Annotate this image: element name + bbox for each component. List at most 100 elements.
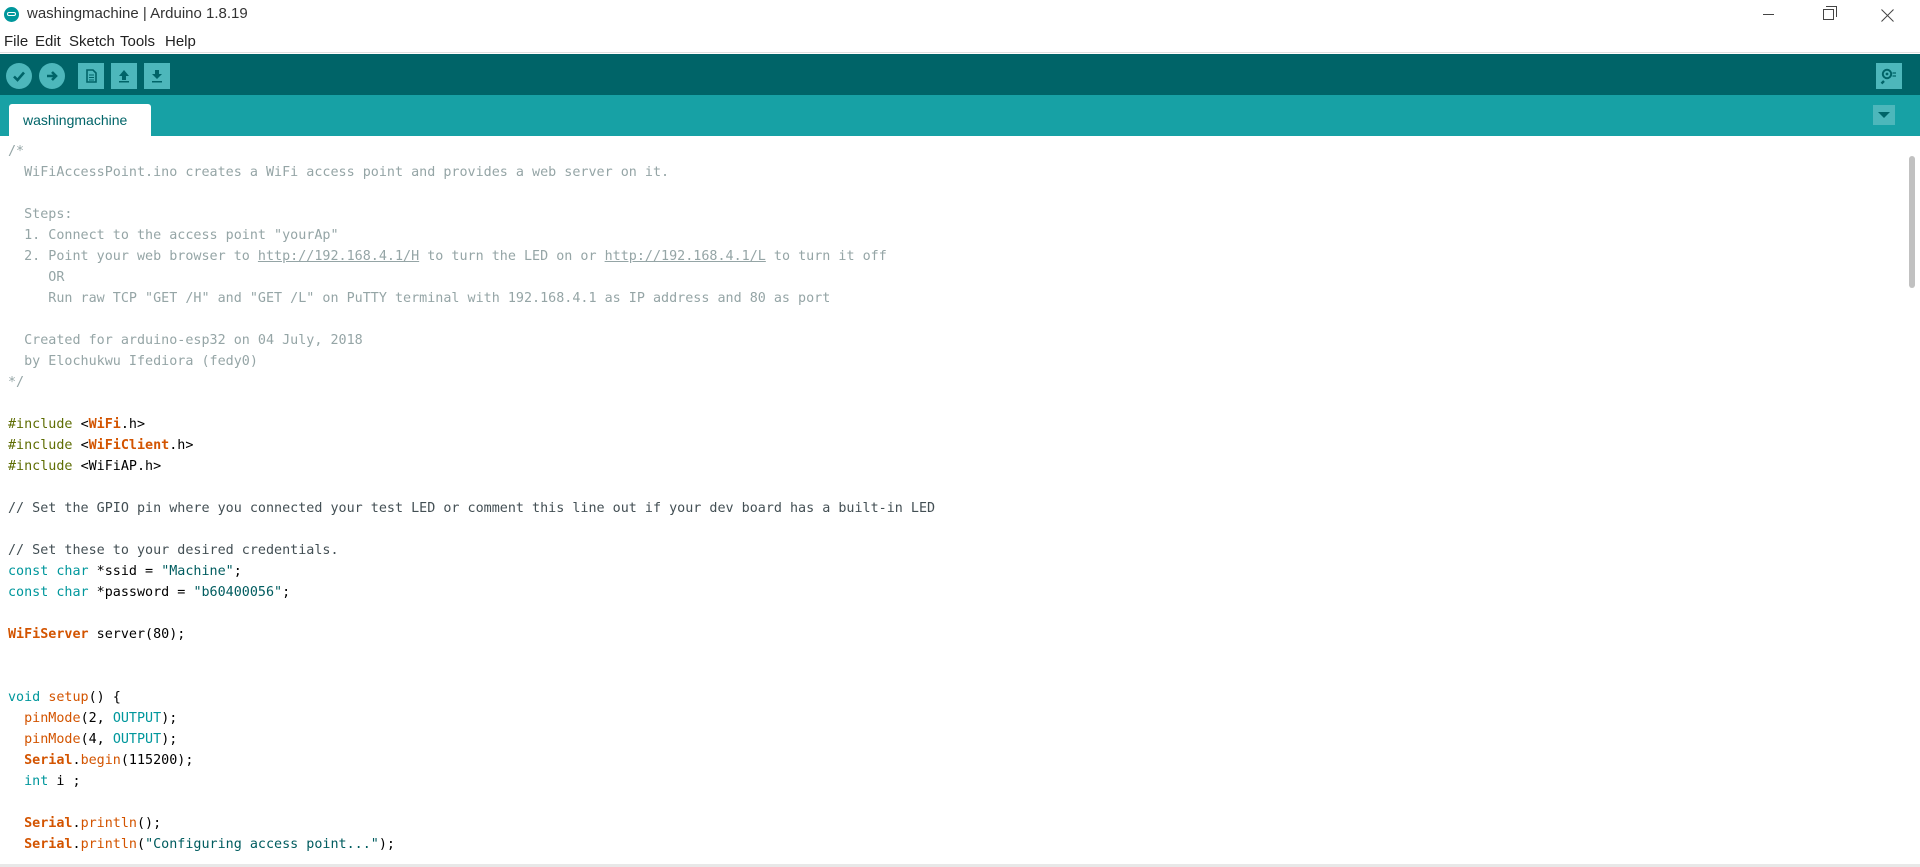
code-token: < xyxy=(80,417,89,432)
verify-button[interactable] xyxy=(6,63,32,89)
code-line: int i ; xyxy=(8,771,935,792)
restore-button[interactable] xyxy=(1805,0,1851,29)
menu-tools[interactable]: Tools xyxy=(120,33,155,50)
save-icon xyxy=(152,70,162,83)
code-line: Created for arduino-esp32 on 04 July, 20… xyxy=(8,330,935,351)
code-token: 2. Point your web browser to xyxy=(8,249,258,264)
chevron-down-icon xyxy=(1878,112,1890,118)
verify-icon xyxy=(13,71,25,82)
code-token: *ssid = xyxy=(88,564,162,579)
code-line: const char *password = "b60400056"; xyxy=(8,582,935,603)
save-button[interactable] xyxy=(144,63,170,89)
code-line: Steps: xyxy=(8,204,935,225)
serial-monitor-icon xyxy=(1880,68,1896,85)
serial-monitor-button[interactable] xyxy=(1876,63,1902,89)
code-token: "Machine" xyxy=(161,564,234,579)
code-token: WiFiServer xyxy=(8,627,89,642)
code-line: // Set these to your desired credentials… xyxy=(8,540,935,561)
code-line: #include <WiFiClient.h> xyxy=(8,435,935,456)
code-editor[interactable]: /* WiFiAccessPoint.ino creates a WiFi ac… xyxy=(0,136,1906,867)
code-token: */ xyxy=(8,375,25,390)
code-token: ); xyxy=(161,711,178,726)
code-line: WiFiAccessPoint.ino creates a WiFi acces… xyxy=(8,162,935,183)
code-line: const char *ssid = "Machine"; xyxy=(8,561,935,582)
code-token: ( xyxy=(137,837,146,852)
arduino-logo-icon xyxy=(4,7,19,22)
code-token: .h> xyxy=(169,438,194,453)
minimize-button[interactable] xyxy=(1745,0,1791,29)
code-line: pinMode(2, OUTPUT); xyxy=(8,708,935,729)
code-line: Serial.begin(115200); xyxy=(8,750,935,771)
code-token: "b60400056" xyxy=(193,585,283,600)
code-line: #include <WiFiAP.h> xyxy=(8,456,935,477)
code-token: to turn it off xyxy=(765,249,887,264)
close-icon xyxy=(1881,8,1895,22)
code-token: Created for arduino-esp32 on 04 July, 20… xyxy=(8,333,363,348)
code-token: .h> xyxy=(120,417,146,432)
upload-button[interactable] xyxy=(39,63,65,89)
upload-icon xyxy=(47,71,58,81)
code-token: setup xyxy=(48,690,89,705)
code-line: #include <WiFi.h> xyxy=(8,414,935,435)
code-token: WiFiAccessPoint.ino creates a WiFi acces… xyxy=(8,165,670,180)
code-token: Serial xyxy=(24,837,73,852)
code-token: Serial xyxy=(24,753,73,768)
menu-help[interactable]: Help xyxy=(165,33,196,50)
vertical-scrollbar[interactable] xyxy=(1906,136,1920,867)
code-token: (115200); xyxy=(120,753,194,768)
code-token: // Set these to your desired credentials… xyxy=(8,543,339,558)
code-token: ; xyxy=(282,585,291,600)
code-token: () { xyxy=(88,690,121,705)
new-button[interactable] xyxy=(78,63,104,89)
toolbar xyxy=(0,54,1920,95)
code-token: println xyxy=(80,837,137,852)
code-token: (2, xyxy=(80,711,113,726)
code-token: #include xyxy=(8,417,81,432)
code-line: Serial.println(); xyxy=(8,813,935,834)
code-token: . xyxy=(72,816,81,831)
code-token: /* xyxy=(8,144,25,159)
code-link[interactable]: http://192.168.4.1/H xyxy=(258,249,419,264)
code-line: /* xyxy=(8,141,935,162)
tab-washingmachine[interactable]: washingmachine xyxy=(9,104,151,136)
code-token: < xyxy=(80,438,89,453)
code-token: ); xyxy=(378,837,395,852)
code-token: void xyxy=(8,690,41,705)
open-button[interactable] xyxy=(111,63,137,89)
tab-menu-button[interactable] xyxy=(1873,105,1895,125)
code-line: WiFiServer server(80); xyxy=(8,624,935,645)
tab-bar: washingmachine xyxy=(0,95,1920,136)
code-token: WiFi xyxy=(88,417,121,432)
code-line: // Set the GPIO pin where you connected … xyxy=(8,498,935,519)
scrollbar-thumb[interactable] xyxy=(1909,156,1915,288)
menu-file[interactable]: File xyxy=(4,33,28,50)
open-icon xyxy=(119,70,129,83)
code-token: WiFiClient xyxy=(88,438,170,453)
code-line: pinMode(4, OUTPUT); xyxy=(8,729,935,750)
code-token: #include xyxy=(8,438,81,453)
code-link[interactable]: http://192.168.4.1/L xyxy=(605,249,766,264)
code-token: Run raw TCP "GET /H" and "GET /L" on PuT… xyxy=(8,291,831,306)
code-line: Run raw TCP "GET /H" and "GET /L" on PuT… xyxy=(8,288,935,309)
menu-edit[interactable]: Edit xyxy=(35,33,61,50)
close-button[interactable] xyxy=(1865,0,1911,29)
code-token: Steps: xyxy=(8,207,73,222)
code-token: server(80); xyxy=(88,627,186,642)
menu-sketch[interactable]: Sketch xyxy=(69,33,115,50)
new-icon xyxy=(86,69,97,83)
code-token: const xyxy=(8,564,49,579)
code-token: begin xyxy=(80,753,121,768)
minimize-icon xyxy=(1762,14,1774,15)
code-line: 2. Point your web browser to http://192.… xyxy=(8,246,935,267)
